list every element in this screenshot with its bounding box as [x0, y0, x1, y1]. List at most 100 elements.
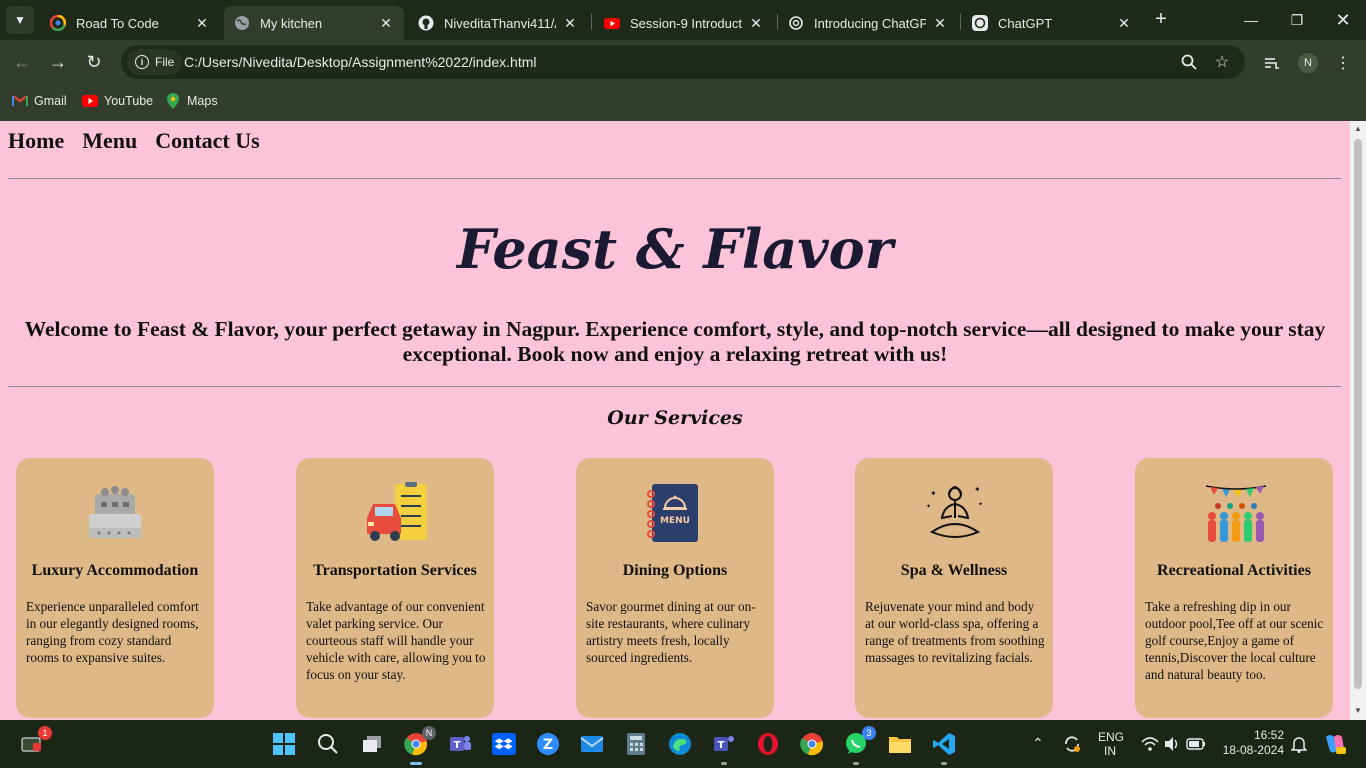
search-icon[interactable] [314, 730, 342, 758]
scrollbar-thumb[interactable] [1354, 139, 1362, 689]
tab-search-dropdown-button[interactable]: ▼ [6, 6, 34, 34]
welcome-text: Welcome to Feast & Flavor, your perfect … [24, 317, 1326, 366]
taskbar-chrome-icon[interactable]: N [402, 726, 436, 765]
minimize-window-icon[interactable]: — [1228, 0, 1274, 40]
service-card-recreation: Recreational Activities Take a refreshin… [1135, 458, 1333, 718]
close-tab-icon[interactable]: ✕ [378, 15, 394, 32]
scroll-down-arrow-icon[interactable]: ▼ [1353, 706, 1363, 715]
meditation-icon: ✦ ✦ ✦ ✦ [924, 482, 984, 544]
tab-chatgpt[interactable]: ChatGPT ✕ [962, 6, 1142, 40]
close-window-icon[interactable]: ✕ [1320, 0, 1366, 40]
service-card-spa: ✦ ✦ ✦ ✦ Spa & Wellness Rejuvenate your min… [855, 458, 1053, 718]
nav-link-contact[interactable]: Contact Us [155, 128, 260, 154]
dropbox-icon[interactable] [490, 730, 518, 758]
openai-icon [788, 15, 804, 31]
copilot-icon[interactable] [1320, 730, 1348, 758]
bookmark-label: Maps [187, 94, 218, 108]
chrome-alt-icon[interactable] [798, 730, 826, 758]
tab-separator [960, 14, 961, 30]
chrome-rainbow-icon [50, 15, 66, 31]
clock-time: 16:52 [1253, 728, 1284, 742]
windows-start-icon[interactable] [270, 730, 298, 758]
back-arrow-icon[interactable]: ← [8, 48, 36, 76]
close-tab-icon[interactable]: ✕ [748, 15, 764, 32]
maps-icon [165, 93, 181, 109]
notification-center-icon[interactable]: 1 [18, 726, 52, 758]
crowd-celebration-icon [1204, 482, 1267, 544]
page-scrollbar[interactable]: ▲ ▼ [1350, 121, 1366, 720]
reading-list-icon[interactable] [1261, 52, 1283, 74]
reload-icon[interactable]: ↻ [80, 48, 108, 76]
tab-github[interactable]: NiveditaThanvi411/A ✕ [408, 6, 588, 40]
battery-icon[interactable] [1182, 730, 1210, 758]
profile-avatar[interactable]: N [1298, 53, 1318, 73]
bookmark-label: Gmail [34, 94, 67, 108]
service-title: Luxury Accommodation [31, 562, 199, 579]
language-indicator[interactable]: ENG IN [1098, 730, 1125, 758]
service-title: Dining Options [622, 562, 728, 579]
sync-icon[interactable] [1058, 730, 1086, 758]
notification-badge: 1 [38, 726, 52, 740]
vscode-icon[interactable] [930, 730, 958, 765]
bookmark-label: YouTube [104, 94, 154, 108]
teams-work-icon[interactable]: T [710, 730, 738, 765]
running-indicator [721, 762, 727, 765]
address-bar[interactable]: i File C:/Users/Nivedita/Desktop/Assignm… [121, 45, 1245, 79]
teams-icon[interactable]: T [446, 730, 474, 758]
task-view-icon[interactable] [358, 730, 386, 758]
close-tab-icon[interactable]: ✕ [932, 15, 948, 32]
browser-toolbar: ← → ↻ i File C:/Users/Nivedita/Desktop/A… [0, 40, 1366, 85]
service-description: Savor gourmet dining at our on-site rest… [586, 599, 756, 665]
bookmark-gmail[interactable]: Gmail [12, 93, 67, 109]
whatsapp-icon[interactable]: 3 [842, 726, 876, 765]
tab-road-to-code[interactable]: Road To Code ✕ [40, 6, 220, 40]
bookmark-maps[interactable]: Maps [165, 93, 218, 109]
svg-text:✦: ✦ [930, 489, 937, 498]
close-tab-icon[interactable]: ✕ [194, 15, 210, 32]
clock-date: 18-08-2024 [1222, 743, 1284, 757]
notification-bell-icon[interactable] [1285, 730, 1313, 758]
svg-text:MENU: MENU [660, 516, 690, 526]
running-indicator [853, 762, 859, 765]
brand-title: Feast & Flavor [456, 217, 894, 281]
kebab-menu-icon[interactable]: ⋮ [1332, 52, 1354, 74]
mail-icon[interactable] [578, 730, 606, 758]
file-explorer-icon[interactable] [886, 730, 914, 758]
zoom-app-icon[interactable]: Z [534, 730, 562, 758]
nav-link-menu[interactable]: Menu [82, 128, 137, 154]
tab-youtube-session[interactable]: Session-9 Introductio ✕ [594, 6, 774, 40]
active-indicator [410, 762, 422, 765]
tab-my-kitchen[interactable]: My kitchen ✕ [224, 6, 404, 40]
new-tab-plus-icon[interactable]: + [1150, 8, 1172, 30]
close-tab-icon[interactable]: ✕ [1116, 15, 1132, 32]
url-text[interactable]: C:/Users/Nivedita/Desktop/Assignment%202… [184, 54, 537, 70]
tray-overflow-chevron-icon[interactable]: ⌃ [1032, 735, 1044, 752]
service-title: Spa & Wellness [900, 562, 1008, 579]
close-tab-icon[interactable]: ✕ [562, 15, 578, 32]
opera-icon[interactable] [754, 730, 782, 758]
bookmark-youtube[interactable]: YouTube [82, 93, 153, 109]
language-code: ENG [1098, 730, 1125, 744]
bookmarks-bar: Gmail YouTube Maps [0, 85, 1366, 121]
scroll-up-arrow-icon[interactable]: ▲ [1353, 124, 1363, 133]
youtube-icon [82, 93, 98, 109]
edge-icon[interactable] [666, 730, 694, 758]
tab-separator [591, 14, 592, 30]
tab-title: Session-9 Introductio [630, 15, 742, 31]
nav-link-home[interactable]: Home [8, 128, 64, 154]
service-description: Take advantage of our convenient valet p… [306, 599, 486, 682]
calculator-icon[interactable] [622, 730, 650, 758]
clock[interactable]: 16:52 18-08-2024 [1222, 728, 1284, 758]
whatsapp-badge: 3 [862, 726, 876, 740]
zoom-magnifier-icon[interactable] [1179, 52, 1199, 72]
forward-arrow-icon[interactable]: → [44, 48, 72, 76]
service-description: Rejuvenate your mind and body at our wor… [865, 599, 1045, 665]
svg-text:✦: ✦ [974, 485, 981, 494]
bookmark-star-icon[interactable]: ☆ [1212, 52, 1232, 72]
restore-window-icon[interactable]: ❐ [1274, 0, 1320, 40]
tab-introducing-chatgpt[interactable]: Introducing ChatGPT ✕ [778, 6, 958, 40]
tab-title: Road To Code [76, 15, 159, 31]
region-code: IN [1104, 744, 1116, 758]
tab-title: Introducing ChatGPT [814, 15, 926, 31]
site-info-chip[interactable]: i File [127, 49, 183, 75]
